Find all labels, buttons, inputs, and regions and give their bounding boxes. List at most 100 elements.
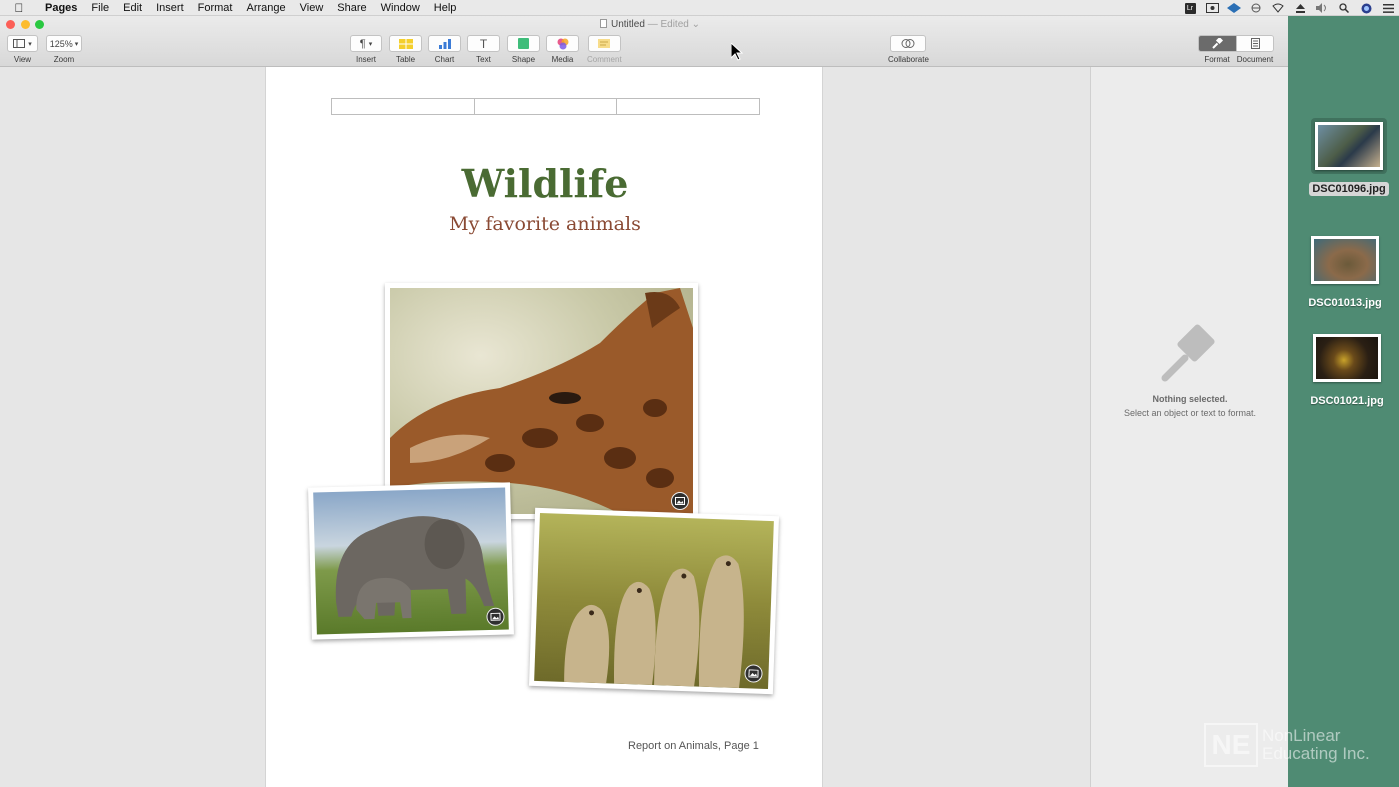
document-title[interactable]: Wildlife <box>266 161 824 206</box>
collaborate-button[interactable] <box>890 35 927 52</box>
page-footer[interactable]: Report on Animals, Page 1 <box>628 740 759 752</box>
text-label: Text <box>476 55 491 64</box>
shape-button[interactable] <box>507 35 540 52</box>
toolbar-chart[interactable]: Chart <box>428 35 461 64</box>
eject-icon[interactable] <box>1289 0 1311 16</box>
paintbrush-icon <box>1161 324 1215 382</box>
chevron-down-icon: ▾ <box>28 40 32 48</box>
edited-status: — Edited <box>647 19 689 30</box>
toolbar-insert[interactable]: ¶ ▾ Insert <box>350 35 382 64</box>
zoom-select[interactable]: 125% ▾ <box>46 35 82 52</box>
toolbar-text[interactable]: T Text <box>467 35 500 64</box>
watermark-text: NonLinear Educating Inc. <box>1262 727 1370 763</box>
search-icon[interactable] <box>1333 0 1355 16</box>
file-name: DSC01013.jpg <box>1308 297 1382 309</box>
apple-icon[interactable]:  <box>0 1 38 15</box>
text-button[interactable]: T <box>467 35 500 52</box>
menu-arrange[interactable]: Arrange <box>239 2 292 14</box>
comment-button[interactable] <box>587 35 621 52</box>
nonlinear-logo: NE <box>1204 723 1258 767</box>
close-window-button[interactable] <box>6 20 15 29</box>
menu-window[interactable]: Window <box>374 2 427 14</box>
toolbar: Untitled — Edited ⌄ ▾ View 125% ▾ Zoom ¶… <box>0 16 1288 67</box>
menu-file[interactable]: File <box>84 2 116 14</box>
volume-icon[interactable] <box>1311 0 1333 16</box>
desktop-file-dsc01013[interactable]: DSC01013.jpg <box>1300 232 1390 310</box>
toolbar-collaborate[interactable]: Collaborate <box>888 35 929 64</box>
header-cell-right[interactable] <box>617 99 759 114</box>
inspector-segmented-control <box>1198 35 1274 52</box>
wifi-icon[interactable] <box>1267 0 1289 16</box>
sidebar-view-icon <box>13 39 26 48</box>
view-label: View <box>13 55 32 64</box>
zoom-label: Zoom <box>53 55 75 64</box>
media-button[interactable] <box>546 35 579 52</box>
table-icon <box>398 38 413 49</box>
file-name: DSC01096.jpg <box>1309 182 1389 196</box>
pilcrow-icon: ¶ <box>359 37 366 50</box>
zoom-value: 125% <box>49 38 73 49</box>
mouse-cursor-icon <box>731 43 743 61</box>
toolbar-view[interactable]: ▾ View <box>7 35 38 64</box>
window-title-name: Untitled <box>611 19 645 30</box>
menu-insert[interactable]: Insert <box>149 2 191 14</box>
toolbar-zoom[interactable]: 125% ▾ Zoom <box>46 35 82 64</box>
giraffe-image <box>390 288 693 514</box>
header-table[interactable] <box>331 98 760 115</box>
nothing-selected-title: Nothing selected. <box>1152 394 1228 404</box>
menu-view[interactable]: View <box>293 2 331 14</box>
chevron-down-icon[interactable]: ⌄ <box>692 19 700 30</box>
document-label: Document <box>1236 55 1274 64</box>
comment-label: Comment <box>587 55 622 64</box>
pages-window: Untitled — Edited ⌄ ▾ View 125% ▾ Zoom ¶… <box>0 16 1288 787</box>
desktop-file-dsc01021[interactable]: DSC01021.jpg <box>1302 330 1392 408</box>
document-subtitle[interactable]: My favorite animals <box>266 213 824 235</box>
collaborate-icon <box>901 39 915 48</box>
toolbar-comment[interactable]: Comment <box>587 35 622 64</box>
paintbrush-icon <box>1212 38 1223 49</box>
minimize-window-button[interactable] <box>21 20 30 29</box>
meerkat-image <box>534 512 774 690</box>
toolbar-media[interactable]: Media <box>546 35 579 64</box>
toolbar-shape[interactable]: Shape <box>507 35 540 64</box>
list-icon[interactable] <box>1377 0 1399 16</box>
document-button[interactable] <box>1236 36 1273 51</box>
menu-bar:  Pages File Edit Insert Format Arrange … <box>0 0 1399 16</box>
menu-format[interactable]: Format <box>191 2 240 14</box>
menu-help[interactable]: Help <box>427 2 464 14</box>
header-cell-left[interactable] <box>332 99 475 114</box>
network-sync-icon[interactable] <box>1223 0 1245 16</box>
file-thumbnail-wrapper <box>1311 118 1387 174</box>
view-button[interactable]: ▾ <box>7 35 38 52</box>
replace-image-icon[interactable] <box>671 492 689 510</box>
chart-button[interactable] <box>428 35 461 52</box>
desktop-file-dsc01096[interactable]: DSC01096.jpg <box>1304 118 1394 196</box>
menu-share[interactable]: Share <box>330 2 373 14</box>
document-page[interactable]: Wildlife My favorite animals Report on A… <box>265 67 823 787</box>
header-cell-center[interactable] <box>475 99 618 114</box>
fullscreen-window-button[interactable] <box>35 20 44 29</box>
toolbar-table[interactable]: Table <box>389 35 422 64</box>
insert-button[interactable]: ¶ ▾ <box>350 35 382 52</box>
watermark-line1: NonLinear <box>1262 726 1341 745</box>
table-button[interactable] <box>389 35 422 52</box>
format-button[interactable] <box>1199 36 1236 51</box>
elephant-photo[interactable] <box>308 482 514 640</box>
window-title[interactable]: Untitled — Edited ⌄ <box>600 19 700 30</box>
chevron-down-icon: ▾ <box>368 40 373 48</box>
file-thumbnail <box>1311 236 1379 284</box>
elephant-image <box>313 487 509 635</box>
file-thumbnail <box>1315 122 1383 170</box>
document-canvas[interactable]: Wildlife My favorite animals Report on A… <box>0 67 1090 787</box>
meerkat-photo[interactable] <box>528 507 780 695</box>
menu-app-pages[interactable]: Pages <box>38 2 84 14</box>
toolbar-inspector-toggle: Format Document <box>1198 35 1274 64</box>
document-icon <box>600 19 607 28</box>
lr-icon[interactable]: Lr <box>1179 0 1201 16</box>
menu-edit[interactable]: Edit <box>116 2 149 14</box>
nothing-selected-hint: Select an object or text to format. <box>1123 408 1257 418</box>
screen-record-icon[interactable] <box>1201 0 1223 16</box>
siri-icon[interactable] <box>1355 0 1377 16</box>
watermark-line2: Educating Inc. <box>1262 744 1370 763</box>
vpn-icon[interactable] <box>1245 0 1267 16</box>
